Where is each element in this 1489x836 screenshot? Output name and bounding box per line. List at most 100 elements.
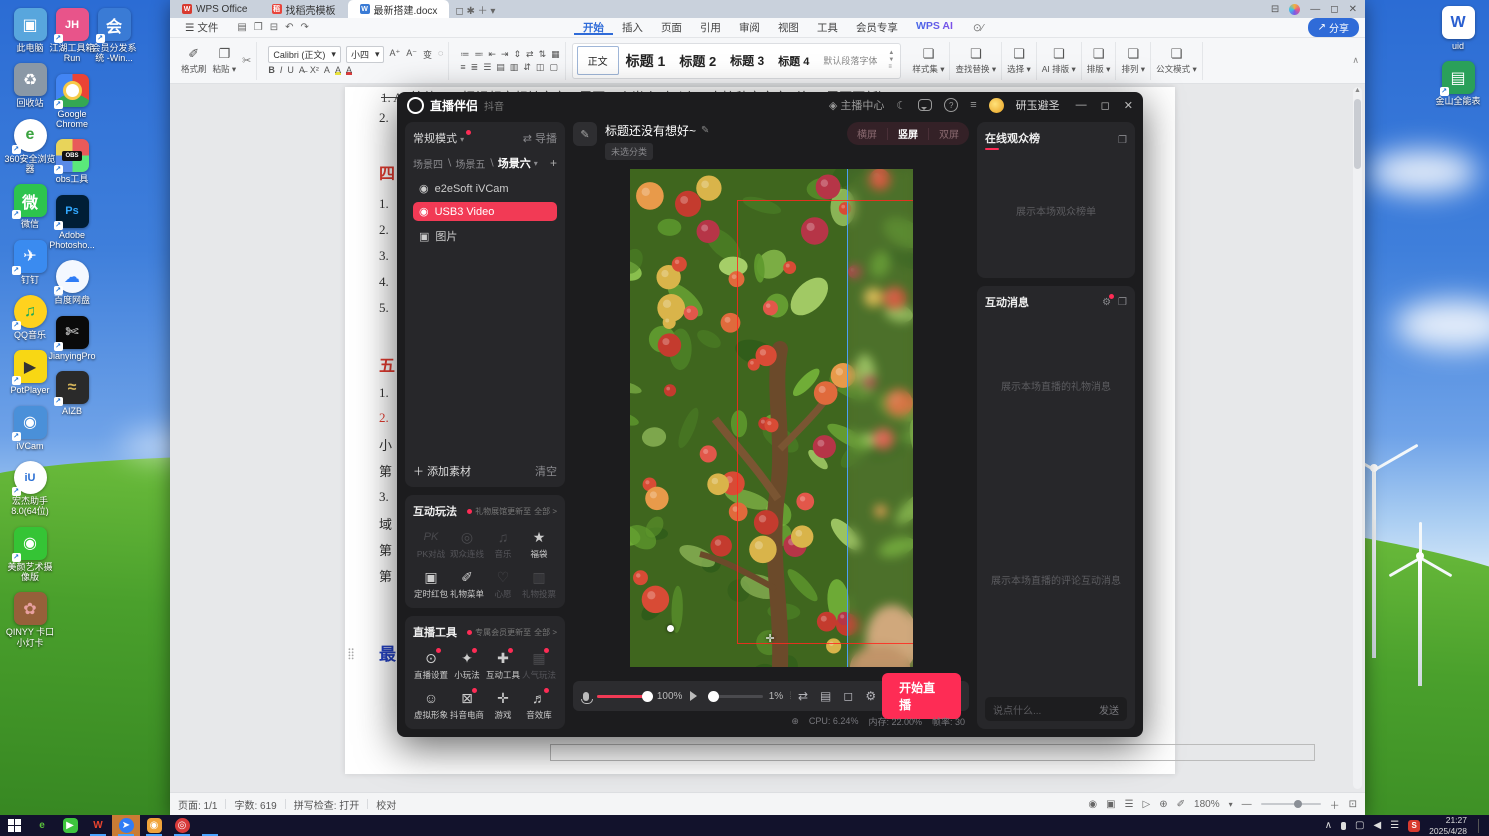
font-tool[interactable]: A [346,65,352,75]
desktop-icon-uid-doc[interactable]: Wuid [1432,6,1484,51]
volume-slider[interactable] [708,690,763,702]
tool-互动工具[interactable]: ✚ 互动工具 [485,648,521,681]
audience-popout-icon[interactable]: ❐ [1118,135,1127,146]
vertical-scrollbar[interactable]: ▲ [1353,87,1362,789]
desktop-icon-jianying-pro[interactable]: ✄ ↗ JianyingPro [46,315,98,361]
interact-礼物菜单[interactable]: ✐ 礼物菜单 [449,569,485,600]
desktop-icon-aizb[interactable]: ≈ ↗ AIZB [46,371,98,416]
mode-select[interactable]: 常规模式 ▾ [413,130,472,146]
scene-tab-场景五[interactable]: 场景五 [455,156,485,171]
fullscreen-icon[interactable]: ⊡ [1349,799,1357,810]
font-tool[interactable]: I [280,65,283,75]
ribbon-button-排版[interactable]: ❏ 排版 ▾ [1087,46,1111,75]
zoom-in-button[interactable]: ＋ [1330,797,1340,812]
zoom-slider-knob[interactable] [1293,800,1302,808]
control-icon[interactable]: ⚙ [865,689,876,703]
live-companion-taskbar[interactable]: ➤ [112,815,140,836]
user-avatar[interactable] [988,97,1004,113]
add-scene-button[interactable]: + [550,156,557,170]
ie-browser[interactable]: e [28,815,56,836]
scene-dropdown-icon[interactable]: ▾ [534,159,538,168]
anchor-center-link[interactable]: ◈ 主播中心 [829,97,885,113]
wps-tab[interactable]: W WPS Office [170,0,260,18]
zoom-out-button[interactable]: — [1242,799,1252,810]
window-maximize-icon[interactable]: ◻ [1330,4,1338,15]
quick-icon[interactable]: ⊟ [270,22,278,33]
broadcast-switch[interactable]: ⇄ 导播 [523,130,557,146]
ime-icon[interactable]: S [1408,819,1421,832]
zoom-dropdown-icon[interactable]: ▾ [1229,800,1233,809]
desktop-icon-member-dist[interactable]: 会 ↗ 会员分发系统 -Win... [88,8,140,64]
font-size-select[interactable]: 小四 ▾ [345,46,385,63]
edit-pencil-icon[interactable]: ✎ [701,125,709,136]
stats-zoom-icon[interactable]: ⊕ [791,716,799,727]
stream-title[interactable]: 标题还没有想好~ [605,122,696,139]
menu-tab-引用[interactable]: 引用 [691,20,730,35]
quick-icon[interactable]: ↶ [285,22,293,33]
zoom-level[interactable]: 180% [1194,799,1220,810]
tool-虚拟形象[interactable]: ☺ 虚拟形象 [413,690,449,721]
font-tool[interactable]: A⁺ [389,48,400,61]
interact-PK对战[interactable]: PK PK对战 [413,529,449,560]
desktop-icon-sheet-app[interactable]: ▤ ↗ 金山全能表 [1432,61,1484,106]
green-app[interactable]: ▶ [56,815,84,836]
font-tool[interactable]: A̶ [299,65,305,75]
tab-extras[interactable]: ◻ ✱ ＋ ▾ [449,0,495,18]
wps-tab[interactable]: 稻找稻壳模板 [260,0,348,18]
scene-tab-场景六[interactable]: 场景六 [498,155,531,171]
ribbon-collapse-icon[interactable]: ∧ [1352,55,1359,66]
paragraph-tool[interactable]: ⇕ [513,49,521,60]
speaker-icon[interactable] [690,691,703,701]
status-item[interactable]: 校对 [376,797,396,812]
control-icon[interactable]: ▤ [820,689,831,703]
paragraph-tool[interactable]: ≡ [460,62,465,72]
desktop-icon-obs-tools[interactable]: ↗obs工具 [46,139,98,184]
clock[interactable]: 21:27 2025/4/28 [1429,815,1467,835]
paragraph-tool[interactable]: ◫ [536,62,545,73]
interact-心愿[interactable]: ♡ 心愿 [485,569,521,600]
orientation-横屏[interactable]: 横屏 [847,122,887,145]
send-button[interactable]: 发送 [1099,702,1119,717]
paragraph-tool[interactable]: ≔ [460,49,469,60]
paragraph-drag-handle[interactable]: ⣿ [347,647,355,660]
ribbon-button-公文模式[interactable]: ❏ 公文模式 ▾ [1156,46,1197,75]
interact-all-link[interactable]: 全部 > [534,506,557,517]
style-标题 2[interactable]: 标题 2 [672,50,723,71]
orientation-双屏[interactable]: 双屏 [929,122,969,145]
control-icon[interactable]: ⇄ [798,689,808,703]
paste-button[interactable]: ❐ 粘贴 ▾ [213,46,237,75]
menu-tab-工具[interactable]: 工具 [808,20,847,35]
font-tool[interactable]: B [268,65,275,75]
desktop-icon-qinyy[interactable]: ✿ QINYY 卡口小灯卡 [4,592,56,648]
tool-抖音电商[interactable]: ⊠ 抖音电商 [449,688,485,721]
desktop-icon-baidu-netdisk[interactable]: ☁ ↗ 百度网盘 [46,260,98,305]
red-live-app[interactable]: ◎ [168,815,196,836]
interact-礼物投票[interactable]: ▥ 礼物投票 [521,569,557,600]
tool-游戏[interactable]: ✛ 游戏 [485,690,521,721]
start-button[interactable] [0,815,28,836]
tray-mic-icon[interactable] [1341,821,1347,830]
view-icon[interactable]: ⊕ [1159,799,1167,810]
quick-icon[interactable]: ↷ [301,22,309,33]
tool-直播设置[interactable]: ⊙ 直播设置 [413,648,449,681]
clear-button[interactable]: 清空 [535,463,557,479]
style-标题 4[interactable]: 标题 4 [771,52,816,70]
cut-icon[interactable]: ✂ [242,54,251,67]
username[interactable]: 研玉避圣 [1016,97,1060,113]
ribbon-button-AI 排版[interactable]: ❏ AI 排版 ▾ [1042,46,1076,75]
interact-定时红包[interactable]: ▣ 定时红包 [413,569,449,600]
paragraph-tool[interactable]: ▢ [549,62,558,73]
menu-tab-页面[interactable]: 页面 [652,20,691,35]
paragraph-tool[interactable]: ≕ [474,49,483,60]
view-icon[interactable]: ▷ [1143,799,1151,810]
app-maximize-icon[interactable]: ◻ [1101,99,1110,112]
tray-speaker-icon[interactable]: ◀ [1374,820,1382,831]
status-item[interactable]: 字数: 619 [234,797,276,812]
help-icon[interactable]: ? [944,98,959,112]
interact-音乐[interactable]: ♫ 音乐 [485,529,521,560]
tools-all-link[interactable]: 全部 > [534,627,557,638]
font-tool[interactable]: ◌ [438,48,443,61]
quick-icon[interactable]: ❐ [254,22,263,33]
layout-icon[interactable]: ⊟ [1271,4,1279,15]
add-material-button[interactable]: ＋ 添加素材 [413,463,471,479]
